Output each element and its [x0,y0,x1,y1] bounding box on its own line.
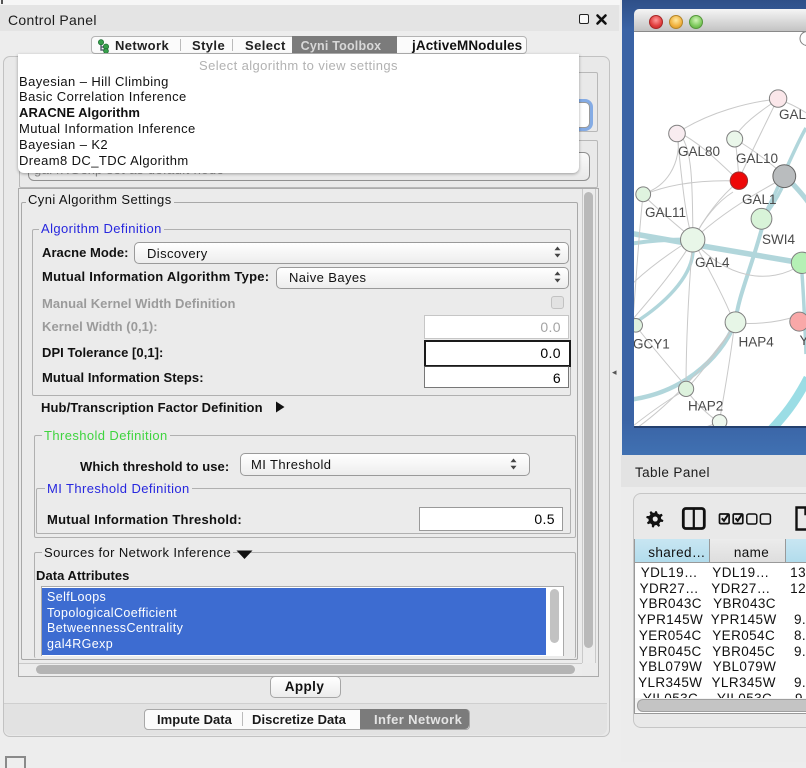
svg-text:SWI4: SWI4 [762,232,795,247]
svg-text:HAP4: HAP4 [739,335,775,350]
svg-text:GAL80: GAL80 [678,144,720,159]
svg-text:GAL11: GAL11 [645,205,686,220]
svg-text:GCY1: GCY1 [634,337,670,352]
svg-text:GAL: GAL [779,107,806,122]
svg-text:GAL10: GAL10 [736,151,778,166]
svg-text:GAL1: GAL1 [742,192,777,207]
svg-text:HAP2: HAP2 [688,399,723,414]
svg-text:GAL4: GAL4 [695,255,730,270]
svg-text:Y: Y [800,333,806,348]
